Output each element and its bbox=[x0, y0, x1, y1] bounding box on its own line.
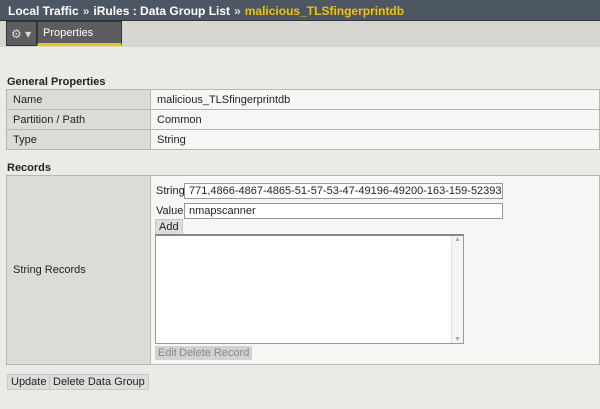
records-list[interactable]: ▲ ▼ bbox=[155, 234, 464, 344]
breadcrumb-separator: » bbox=[82, 4, 90, 18]
update-button[interactable]: Update bbox=[7, 374, 51, 390]
scroll-down-icon[interactable]: ▼ bbox=[452, 336, 463, 343]
type-value: String bbox=[150, 129, 600, 150]
name-label: Name bbox=[6, 89, 151, 110]
value-label: Value: bbox=[156, 205, 187, 217]
table-row: Name malicious_TLSfingerprintdb bbox=[6, 89, 600, 110]
general-properties-heading: General Properties bbox=[7, 76, 106, 88]
string-records-label: String Records bbox=[6, 175, 151, 365]
tab-properties[interactable]: Properties bbox=[37, 21, 122, 46]
scrollbar[interactable]: ▲ ▼ bbox=[451, 236, 463, 343]
table-row: Type String bbox=[6, 129, 600, 150]
table-row: Partition / Path Common bbox=[6, 109, 600, 130]
breadcrumb: Local Traffic» iRules : Data Group List» m… bbox=[0, 0, 600, 21]
breadcrumb-current: malicious_TLSfingerprintdb bbox=[244, 4, 405, 18]
breadcrumb-local-traffic[interactable]: Local Traffic bbox=[8, 4, 79, 18]
delete-record-button[interactable]: Delete Record bbox=[176, 346, 253, 360]
partition-value: Common bbox=[150, 109, 600, 130]
breadcrumb-data-group-list[interactable]: iRules : Data Group List bbox=[93, 4, 230, 18]
partition-label: Partition / Path bbox=[6, 109, 151, 130]
value-input[interactable]: nmapscanner bbox=[184, 203, 503, 219]
records-heading: Records bbox=[7, 162, 52, 174]
string-input[interactable]: 771,4866-4867-4865-51-57-53-47-49196-492… bbox=[184, 183, 503, 199]
name-value: malicious_TLSfingerprintdb bbox=[150, 89, 600, 110]
scroll-up-icon[interactable]: ▲ bbox=[454, 236, 461, 243]
tab-bar: ⚙ ▾ Properties bbox=[0, 21, 600, 47]
type-label: Type bbox=[6, 129, 151, 150]
add-button[interactable]: Add bbox=[155, 219, 183, 235]
delete-data-group-button[interactable]: Delete Data Group bbox=[49, 374, 149, 390]
breadcrumb-separator: » bbox=[234, 4, 241, 18]
general-properties-table: Name malicious_TLSfingerprintdb Partition… bbox=[6, 89, 600, 150]
gear-icon[interactable]: ⚙ ▾ bbox=[6, 21, 37, 46]
